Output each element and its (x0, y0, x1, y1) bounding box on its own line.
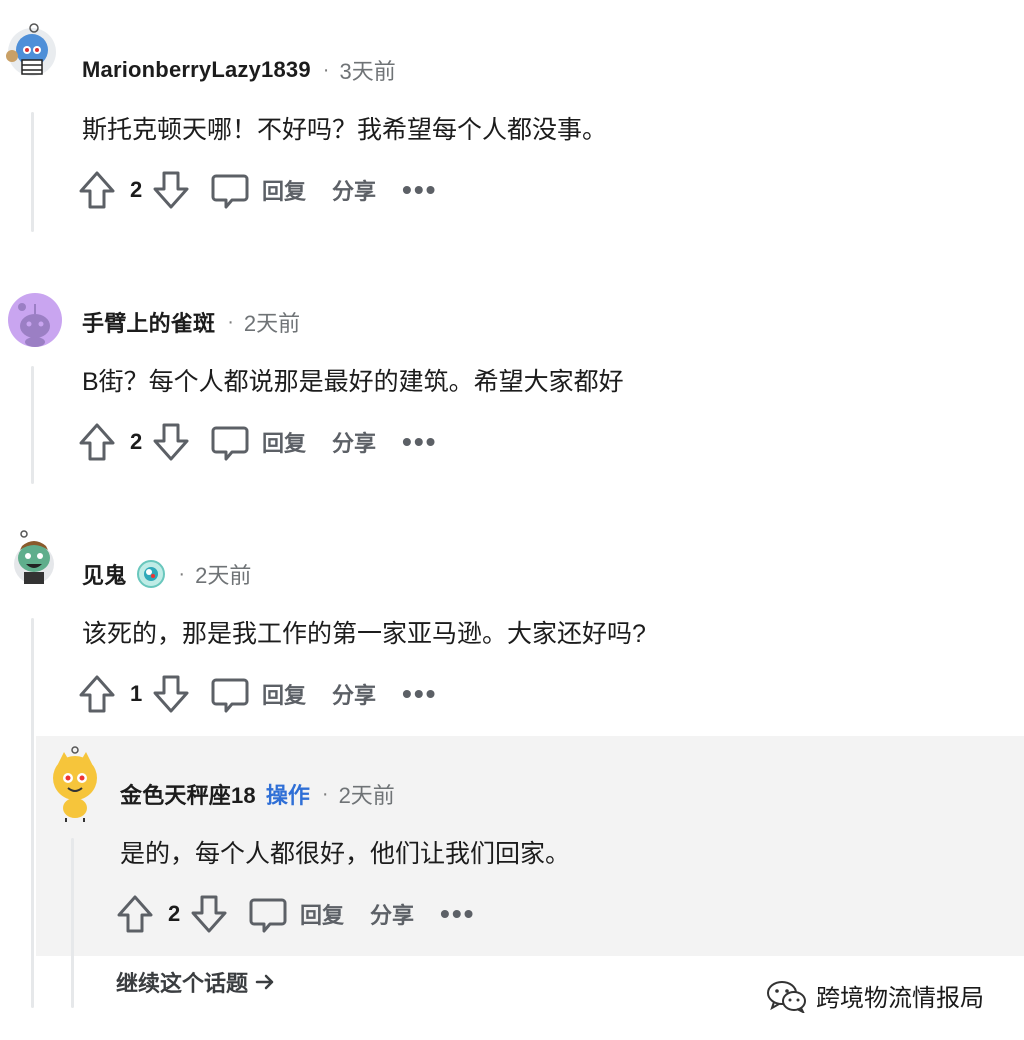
watermark-text: 跨境物流情报局 (816, 985, 984, 1012)
downvote-icon[interactable] (152, 170, 190, 210)
user-avatar[interactable] (4, 20, 60, 76)
more-options-button[interactable]: ••• (402, 176, 437, 204)
upvote-icon[interactable] (78, 674, 116, 714)
comment-username[interactable]: 见鬼 (82, 558, 126, 590)
comment-username[interactable]: MarionberryLazy1839 (82, 57, 311, 83)
comment-body: 斯托克顿天哪！不好吗？我希望每个人都没事。 (82, 116, 608, 144)
thread-line[interactable] (31, 112, 34, 232)
vote-score: 2 (130, 429, 143, 454)
reply-icon[interactable] (210, 674, 250, 714)
meta-separator: · (227, 310, 234, 333)
comment-timestamp[interactable]: 2天前 (339, 778, 395, 810)
share-button[interactable]: 分享 (332, 426, 376, 458)
meta-separator: · (322, 58, 330, 81)
reply-icon[interactable] (248, 894, 288, 934)
reply-button[interactable]: 回复 (300, 898, 344, 930)
user-avatar[interactable] (6, 528, 62, 584)
upvote-icon[interactable] (78, 422, 116, 462)
comment-timestamp[interactable]: 2天前 (244, 306, 300, 338)
continue-thread-link[interactable]: 继续这个话题 (116, 966, 276, 998)
meta-separator: · (178, 562, 186, 585)
comment-timestamp[interactable]: 3天前 (339, 54, 395, 86)
arrow-right-icon (255, 974, 274, 990)
vote-score: 2 (130, 177, 143, 202)
reply-button[interactable]: 回复 (262, 174, 306, 206)
reply-icon[interactable] (210, 170, 250, 210)
thread-line[interactable] (31, 366, 34, 484)
comment-body: 该死的，那是我工作的第一家亚马逊。大家还好吗? (82, 620, 646, 648)
comment-username[interactable]: 金色天秤座18 (120, 778, 256, 810)
more-options-button[interactable]: ••• (440, 900, 475, 928)
share-button[interactable]: 分享 (332, 678, 376, 710)
share-button[interactable]: 分享 (332, 174, 376, 206)
user-avatar[interactable] (46, 744, 104, 822)
comment-body: B街？每个人都说那是最好的建筑。希望大家都好 (82, 368, 624, 396)
share-button[interactable]: 分享 (370, 898, 414, 930)
continue-thread-label: 继续这个话题 (116, 971, 249, 996)
comment-timestamp[interactable]: 2天前 (195, 558, 251, 590)
comment-body: 是的，每个人都很好，他们让我们回家。 (120, 840, 571, 868)
user-flair-icon (137, 560, 166, 588)
thread-line[interactable] (71, 838, 74, 1008)
op-badge: 操作 (265, 783, 310, 808)
reply-icon[interactable] (210, 422, 250, 462)
vote-score: 2 (168, 901, 181, 926)
vote-score: 1 (130, 681, 143, 706)
upvote-icon[interactable] (78, 170, 116, 210)
user-avatar[interactable] (7, 292, 63, 348)
comment-username[interactable]: 手臂上的雀斑 (82, 306, 215, 338)
reply-button[interactable]: 回复 (262, 678, 306, 710)
watermark: 跨境物流情报局 (766, 978, 984, 1013)
thread-line[interactable] (31, 618, 34, 1008)
reply-button[interactable]: 回复 (262, 426, 306, 458)
upvote-icon[interactable] (116, 894, 154, 934)
meta-separator: · (321, 782, 329, 805)
more-options-button[interactable]: ••• (402, 428, 437, 456)
more-options-button[interactable]: ••• (402, 680, 437, 708)
downvote-icon[interactable] (152, 674, 190, 714)
downvote-icon[interactable] (190, 894, 228, 934)
downvote-icon[interactable] (152, 422, 190, 462)
wechat-icon (767, 980, 806, 1013)
